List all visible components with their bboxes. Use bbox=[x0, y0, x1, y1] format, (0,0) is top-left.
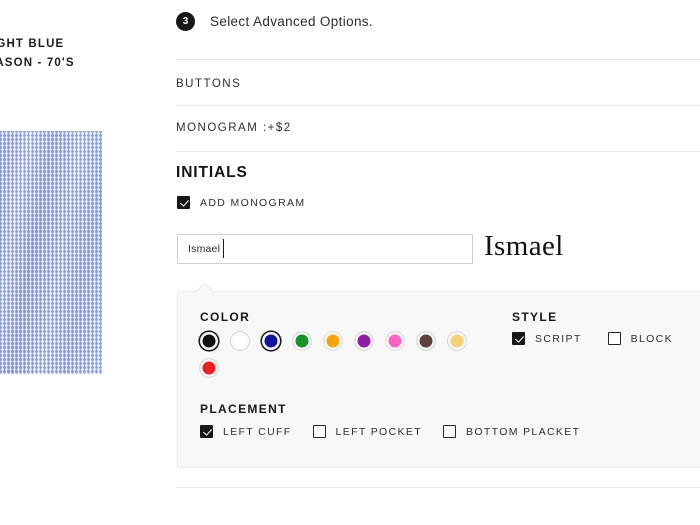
color-swatch-navy[interactable] bbox=[262, 332, 280, 350]
step-title: Select Advanced Options. bbox=[210, 14, 373, 29]
block-checkbox[interactable] bbox=[607, 332, 621, 345]
style-option-script[interactable]: SCRIPT bbox=[512, 332, 582, 345]
divider-monogram bbox=[176, 151, 700, 152]
color-heading: COLOR bbox=[200, 310, 251, 324]
page-root: T - LIGHT BLUE AS MASON - 70'S 3 Select … bbox=[0, 0, 700, 525]
script-label: SCRIPT bbox=[535, 332, 582, 345]
bottom-placket-label: BOTTOM PLACKET bbox=[465, 425, 581, 438]
section-monogram-label[interactable]: MONOGRAM :+$2 bbox=[176, 122, 292, 134]
monogram-text-input[interactable] bbox=[177, 234, 473, 264]
left-cuff-checkbox[interactable] bbox=[200, 425, 213, 438]
add-monogram-checkbox[interactable] bbox=[177, 196, 190, 209]
add-monogram-label: ADD MONOGRAM bbox=[200, 196, 306, 209]
placement-option-left-cuff[interactable]: LEFT CUFF bbox=[200, 425, 292, 438]
advanced-options-panel: COLOR STYLE SCRIPT BLOCK PLACEMENT LEFT … bbox=[177, 282, 700, 468]
color-swatch-orange[interactable] bbox=[324, 332, 342, 350]
left-pocket-checkbox[interactable] bbox=[312, 425, 326, 438]
divider-top bbox=[176, 59, 700, 60]
product-title: T - LIGHT BLUE AS MASON - 70'S bbox=[0, 35, 162, 73]
color-swatch-red[interactable] bbox=[200, 359, 218, 377]
product-title-line-2: AS MASON - 70'S bbox=[0, 57, 75, 69]
color-swatch-black[interactable] bbox=[200, 332, 218, 350]
color-swatch-list bbox=[200, 332, 490, 377]
style-heading: STYLE bbox=[512, 310, 558, 324]
left-pocket-label: LEFT POCKET bbox=[335, 425, 422, 438]
color-swatch-brown[interactable] bbox=[417, 332, 435, 350]
section-buttons-label[interactable]: BUTTONS bbox=[176, 78, 241, 90]
text-cursor bbox=[223, 239, 224, 258]
color-swatch-light-gold[interactable] bbox=[448, 332, 466, 350]
color-swatch-green[interactable] bbox=[293, 332, 311, 350]
panel-arrow-notch bbox=[195, 282, 214, 301]
advanced-options-column: 3 Select Advanced Options. BUTTONS MONOG… bbox=[176, 0, 700, 525]
product-summary-column: T - LIGHT BLUE AS MASON - 70'S bbox=[0, 0, 160, 525]
step-header: 3 Select Advanced Options. bbox=[176, 12, 373, 31]
style-option-block[interactable]: BLOCK bbox=[607, 332, 673, 345]
divider-buttons bbox=[176, 105, 700, 106]
fabric-swatch-image[interactable] bbox=[0, 131, 102, 374]
step-number-badge: 3 bbox=[176, 12, 195, 31]
color-swatch-purple[interactable] bbox=[355, 332, 373, 350]
script-checkbox[interactable] bbox=[512, 332, 525, 345]
add-monogram-checkbox-row[interactable]: ADD MONOGRAM bbox=[177, 196, 305, 209]
left-cuff-label: LEFT CUFF bbox=[223, 425, 292, 438]
color-swatch-pink[interactable] bbox=[386, 332, 404, 350]
monogram-preview-text: Ismael bbox=[484, 230, 564, 262]
placement-heading: PLACEMENT bbox=[200, 402, 287, 416]
color-swatch-white[interactable] bbox=[231, 332, 249, 350]
block-label: BLOCK bbox=[630, 332, 673, 345]
placement-option-left-pocket[interactable]: LEFT POCKET bbox=[312, 425, 422, 438]
placement-option-row: LEFT CUFF LEFT POCKET BOTTOM PLACKET bbox=[200, 425, 580, 438]
style-option-row: SCRIPT BLOCK bbox=[512, 332, 673, 345]
initials-heading: INITIALS bbox=[176, 164, 248, 181]
divider-bottom bbox=[176, 487, 700, 488]
bottom-placket-checkbox[interactable] bbox=[442, 425, 456, 438]
product-title-line-1: T - LIGHT BLUE bbox=[0, 38, 65, 50]
placement-option-bottom-placket[interactable]: BOTTOM PLACKET bbox=[442, 425, 581, 438]
